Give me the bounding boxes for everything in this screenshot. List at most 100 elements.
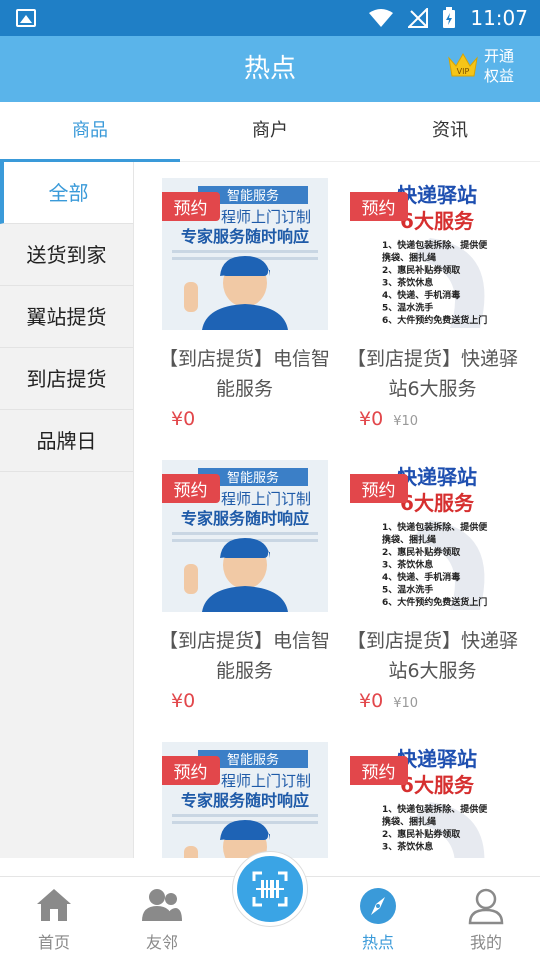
product-name[interactable]: 【到店提货】快递驿站6大服务 xyxy=(345,344,520,404)
image-list-line: 6、大件预约免费送货上门 xyxy=(382,314,487,326)
product-thumbnail[interactable]: 快递驿站 6大服务 1、快递包装拆除、提供便 携袋、捆扎绳 2、惠民补贴券领取 3、茶… xyxy=(349,460,516,612)
product-card[interactable]: 快递驿站 6大服务 1、快递包装拆除、提供便 携袋、捆扎绳 2、惠民补贴券领取 3、茶… xyxy=(345,742,520,858)
product-card[interactable]: 智能服务 程师上门订制 专家服务随时响应 预约 【到店提货】电信智能服务 ¥0 xyxy=(157,460,332,712)
reserve-tag: 预约 xyxy=(349,474,408,503)
image-list-line: 3、茶饮休息 xyxy=(382,277,433,289)
product-card[interactable]: 智能服务 程师上门订制 专家服务随时响应 预约 xyxy=(157,742,332,858)
nav-hot[interactable]: 热点 xyxy=(324,877,432,961)
image-list-line: 5、温水洗手 xyxy=(382,584,433,596)
product-card[interactable]: 智能服务 程师上门订制 专家服务随时响应 预约 【到店提货】电信智能服务 ¥0 xyxy=(157,178,332,430)
vip-badge-text: VIP xyxy=(457,67,470,76)
product-name[interactable]: 【到店提货】电信智能服务 xyxy=(157,626,332,686)
image-head-text: 智能服务 xyxy=(226,188,278,204)
image-list-line: 6、大件预约免费送货上门 xyxy=(382,596,487,608)
reserve-tag: 预约 xyxy=(161,192,220,221)
vip-entry[interactable]: VIP 开通 权益 xyxy=(446,46,518,86)
status-icons: 11:07 xyxy=(368,0,528,36)
image-list-line: 5、温水洗手 xyxy=(382,302,433,314)
image-line1-text: 6大服务 xyxy=(400,209,475,233)
nav-home[interactable]: 首页 xyxy=(0,877,108,961)
image-notification-icon xyxy=(16,9,36,27)
category-brand-day[interactable]: 品牌日 xyxy=(0,410,133,472)
nav-friends-label: 友邻 xyxy=(145,933,178,952)
image-line1-text: 程师上门订制 xyxy=(220,772,310,790)
product-thumbnail[interactable]: 智能服务 程师上门订制 专家服务随时响应 预约 xyxy=(161,460,328,612)
image-list-line: 2、惠民补贴券领取 xyxy=(382,264,461,276)
reserve-tag: 预约 xyxy=(161,756,220,785)
nav-friends[interactable]: 友邻 xyxy=(108,877,216,961)
image-list-line: 携袋、捆扎绳 xyxy=(382,252,436,264)
image-head-text: 智能服务 xyxy=(226,470,278,486)
app-header: 热点 VIP 开通 权益 xyxy=(0,36,540,102)
product-thumbnail[interactable]: 快递驿站 6大服务 1、快递包装拆除、提供便 携袋、捆扎绳 2、惠民补贴券领取 3、茶… xyxy=(349,178,516,330)
image-list-line: 3、茶饮休息 xyxy=(382,841,433,853)
category-home-delivery[interactable]: 送货到家 xyxy=(0,224,133,286)
tab-goods[interactable]: 商品 xyxy=(0,102,180,162)
image-list-line: 携袋、捆扎绳 xyxy=(382,816,436,828)
product-name[interactable]: 【到店提货】电信智能服务 xyxy=(157,344,332,404)
image-list-line: 4、快递、手机消毒 xyxy=(382,571,460,583)
reserve-tag: 预约 xyxy=(161,474,220,503)
product-price: ¥0 xyxy=(359,408,384,430)
reserve-tag: 预约 xyxy=(349,192,408,221)
compass-icon xyxy=(360,888,396,924)
product-price: ¥0 xyxy=(171,408,196,430)
product-price: ¥0 xyxy=(359,690,384,712)
wifi-icon xyxy=(369,9,394,27)
friends-icon xyxy=(142,889,182,921)
product-thumbnail[interactable]: 智能服务 程师上门订制 专家服务随时响应 预约 xyxy=(161,742,328,858)
image-line2-text: 专家服务随时响应 xyxy=(180,509,308,528)
image-line1-text: 程师上门订制 xyxy=(220,490,310,508)
product-name[interactable]: 【到店提货】快递驿站6大服务 xyxy=(345,626,520,686)
no-signal-icon xyxy=(408,8,429,28)
status-bar: 11:07 xyxy=(0,0,540,36)
price-line: ¥0 ¥10 xyxy=(345,690,520,712)
vip-label: 开通 权益 xyxy=(484,46,518,86)
original-price: ¥10 xyxy=(393,414,419,429)
product-thumbnail[interactable]: 智能服务 程师上门订制 专家服务随时响应 预约 xyxy=(161,178,328,330)
image-list-line: 2、惠民补贴券领取 xyxy=(382,828,461,840)
image-head-text: 快递驿站 xyxy=(397,747,477,771)
clock: 11:07 xyxy=(470,6,528,30)
nav-home-label: 首页 xyxy=(37,933,70,952)
product-thumbnail[interactable]: 快递驿站 6大服务 1、快递包装拆除、提供便 携袋、捆扎绳 2、惠民补贴券领取 3、茶… xyxy=(349,742,516,858)
user-icon xyxy=(468,888,504,925)
image-head-text: 智能服务 xyxy=(226,752,278,768)
top-tabs: 商品 商户 资讯 xyxy=(0,102,540,162)
image-list-line: 2、惠民补贴券领取 xyxy=(382,546,461,558)
vip-crown-icon: VIP xyxy=(448,53,478,77)
vip-label-line2: 权益 xyxy=(484,67,515,85)
image-line2-text: 专家服务随时响应 xyxy=(180,791,308,810)
image-line1-text: 6大服务 xyxy=(400,773,475,797)
image-head-text: 快递驿站 xyxy=(397,183,477,207)
category-store-pickup[interactable]: 到店提货 xyxy=(0,348,133,410)
nav-mine-label: 我的 xyxy=(469,933,502,952)
image-list-line: 4、快递、手机消毒 xyxy=(382,289,460,301)
home-icon xyxy=(37,889,71,921)
image-list-line: 3、茶饮休息 xyxy=(382,559,433,571)
product-grid: 智能服务 程师上门订制 专家服务随时响应 预约 【到店提货】电信智能服务 ¥0 xyxy=(135,162,540,858)
product-price: ¥0 xyxy=(171,690,196,712)
vip-label-line1: 开通 xyxy=(484,47,515,65)
image-line2-text: 专家服务随时响应 xyxy=(180,227,308,246)
tab-merchants[interactable]: 商户 xyxy=(180,102,360,162)
image-list-line: 携袋、捆扎绳 xyxy=(382,534,436,546)
product-card[interactable]: 快递驿站 6大服务 1、快递包装拆除、提供便 携袋、捆扎绳 2、惠民补贴券领取 3、茶… xyxy=(345,178,520,430)
category-all[interactable]: 全部 xyxy=(0,162,133,224)
nav-mine[interactable]: 我的 xyxy=(432,877,540,961)
image-line1-text: 程师上门订制 xyxy=(220,208,310,226)
scan-button[interactable] xyxy=(233,852,307,926)
tab-news[interactable]: 资讯 xyxy=(360,102,540,162)
image-list-line: 1、快递包装拆除、提供便 xyxy=(382,239,488,251)
category-station-pickup[interactable]: 翼站提货 xyxy=(0,286,133,348)
image-line1-text: 6大服务 xyxy=(400,491,475,515)
product-card[interactable]: 快递驿站 6大服务 1、快递包装拆除、提供便 携袋、捆扎绳 2、惠民补贴券领取 3、茶… xyxy=(345,460,520,712)
nav-hot-label: 热点 xyxy=(361,933,394,952)
image-head-text: 快递驿站 xyxy=(397,465,477,489)
price-line: ¥0 xyxy=(157,408,332,430)
battery-icon xyxy=(443,7,456,28)
reserve-tag: 预约 xyxy=(349,756,408,785)
image-list-line: 1、快递包装拆除、提供便 xyxy=(382,521,488,533)
image-list-line: 1、快递包装拆除、提供便 xyxy=(382,803,488,815)
category-sidebar: 全部 送货到家 翼站提货 到店提货 品牌日 xyxy=(0,162,134,858)
